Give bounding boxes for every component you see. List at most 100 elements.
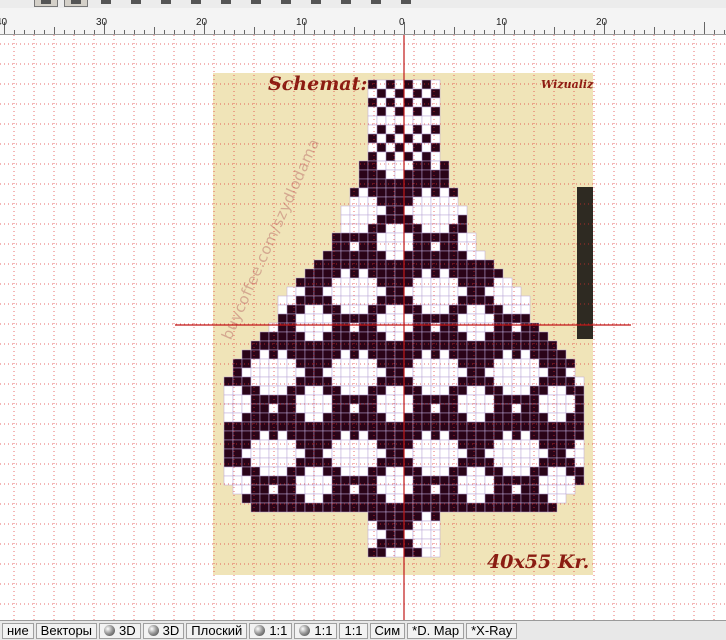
stitch-dark[interactable] <box>403 493 414 504</box>
stitch-dark[interactable] <box>466 457 477 468</box>
stitch-light[interactable] <box>430 529 441 540</box>
stitch-light[interactable] <box>475 484 486 495</box>
stitch-light[interactable] <box>439 349 450 360</box>
stitch-dark[interactable] <box>385 196 396 207</box>
stitch-dark[interactable] <box>367 340 378 351</box>
stitch-dark[interactable] <box>394 520 405 531</box>
stitch-dark[interactable] <box>556 421 567 432</box>
stitch-light[interactable] <box>340 430 351 441</box>
stitch-dark[interactable] <box>376 547 387 558</box>
stitch-light[interactable] <box>367 196 378 207</box>
stitch-dark[interactable] <box>430 106 441 117</box>
stitch-dark[interactable] <box>502 484 513 495</box>
stitch-dark[interactable] <box>250 412 261 423</box>
stitch-dark[interactable] <box>421 232 432 243</box>
stitch-dark[interactable] <box>250 349 261 360</box>
stitch-dark[interactable] <box>286 340 297 351</box>
status-item[interactable]: *X-Ray <box>466 622 518 639</box>
stitch-light[interactable] <box>439 268 450 279</box>
stitch-dark[interactable] <box>430 268 441 279</box>
stitch-light[interactable] <box>403 160 414 171</box>
stitch-dark[interactable] <box>304 349 315 360</box>
stitch-dark[interactable] <box>223 430 234 441</box>
stitch-light[interactable] <box>340 214 351 225</box>
stitch-dark[interactable] <box>340 421 351 432</box>
stitch-light[interactable] <box>475 412 486 423</box>
stitch-dark[interactable] <box>394 349 405 360</box>
stitch-light[interactable] <box>277 295 288 306</box>
stitch-dark[interactable] <box>493 349 504 360</box>
stitch-light[interactable] <box>295 367 306 378</box>
stitch-dark[interactable] <box>394 124 405 135</box>
stitch-dark[interactable] <box>349 232 360 243</box>
stitch-dark[interactable] <box>430 421 441 432</box>
stitch-light[interactable] <box>466 304 477 315</box>
stitch-light[interactable] <box>502 385 513 396</box>
stitch-light[interactable] <box>430 160 441 171</box>
stitch-dark[interactable] <box>376 88 387 99</box>
stitch-light[interactable] <box>466 385 477 396</box>
stitch-dark[interactable] <box>331 313 342 324</box>
stitch-dark[interactable] <box>475 457 486 468</box>
stitch-light[interactable] <box>277 457 288 468</box>
stitch-light[interactable] <box>376 313 387 324</box>
stitch-dark[interactable] <box>376 349 387 360</box>
stitch-dark[interactable] <box>457 358 468 369</box>
stitch-dark[interactable] <box>376 376 387 387</box>
stitch-light[interactable] <box>268 448 279 459</box>
stitch-dark[interactable] <box>322 268 333 279</box>
stitch-light[interactable] <box>421 106 432 117</box>
stitch-dark[interactable] <box>457 376 468 387</box>
stitch-dark[interactable] <box>223 457 234 468</box>
stitch-dark[interactable] <box>574 466 585 477</box>
stitch-dark[interactable] <box>340 250 351 261</box>
stitch-light[interactable] <box>565 448 576 459</box>
stitch-light[interactable] <box>331 448 342 459</box>
stitch-light[interactable] <box>304 484 315 495</box>
stitch-dark[interactable] <box>484 430 495 441</box>
stitch-dark[interactable] <box>547 421 558 432</box>
stitch-dark[interactable] <box>376 457 387 468</box>
stitch-dark[interactable] <box>403 331 414 342</box>
stitch-light[interactable] <box>394 331 405 342</box>
stitch-light[interactable] <box>403 88 414 99</box>
stitch-light[interactable] <box>421 520 432 531</box>
stitch-dark[interactable] <box>277 313 288 324</box>
stitch-dark[interactable] <box>412 88 423 99</box>
stitch-light[interactable] <box>421 385 432 396</box>
stitch-dark[interactable] <box>421 79 432 90</box>
status-item[interactable]: Сим <box>369 622 406 639</box>
stitch-dark[interactable] <box>403 466 414 477</box>
stitch-light[interactable] <box>520 430 531 441</box>
stitch-dark[interactable] <box>331 268 342 279</box>
stitch-light[interactable] <box>367 448 378 459</box>
stitch-dark[interactable] <box>457 340 468 351</box>
stitch-dark[interactable] <box>367 97 378 108</box>
stitch-light[interactable] <box>277 367 288 378</box>
stitch-dark[interactable] <box>331 403 342 414</box>
stitch-light[interactable] <box>358 349 369 360</box>
stitch-light[interactable] <box>376 484 387 495</box>
stitch-light[interactable] <box>358 286 369 297</box>
stitch-dark[interactable] <box>331 304 342 315</box>
status-item[interactable]: Векторы <box>35 622 98 639</box>
stitch-light[interactable] <box>457 448 468 459</box>
stitch-light[interactable] <box>322 484 333 495</box>
stitch-dark[interactable] <box>340 331 351 342</box>
stitch-dark[interactable] <box>259 331 270 342</box>
stitch-light[interactable] <box>277 448 288 459</box>
status-item[interactable]: 1:1 <box>339 622 368 639</box>
stitch-light[interactable] <box>277 439 288 450</box>
stitch-light[interactable] <box>547 385 558 396</box>
shape2-icon[interactable] <box>214 0 238 7</box>
stitch-dark[interactable] <box>520 313 531 324</box>
stitch-dark[interactable] <box>367 349 378 360</box>
stitch-dark[interactable] <box>376 340 387 351</box>
stitch-light[interactable] <box>250 367 261 378</box>
stitch-light[interactable] <box>367 376 378 387</box>
stitch-light[interactable] <box>286 286 297 297</box>
status-item[interactable]: *D. Map <box>407 622 465 639</box>
stitch-dark[interactable] <box>250 340 261 351</box>
stitch-light[interactable] <box>484 448 495 459</box>
stitch-dark[interactable] <box>322 376 333 387</box>
